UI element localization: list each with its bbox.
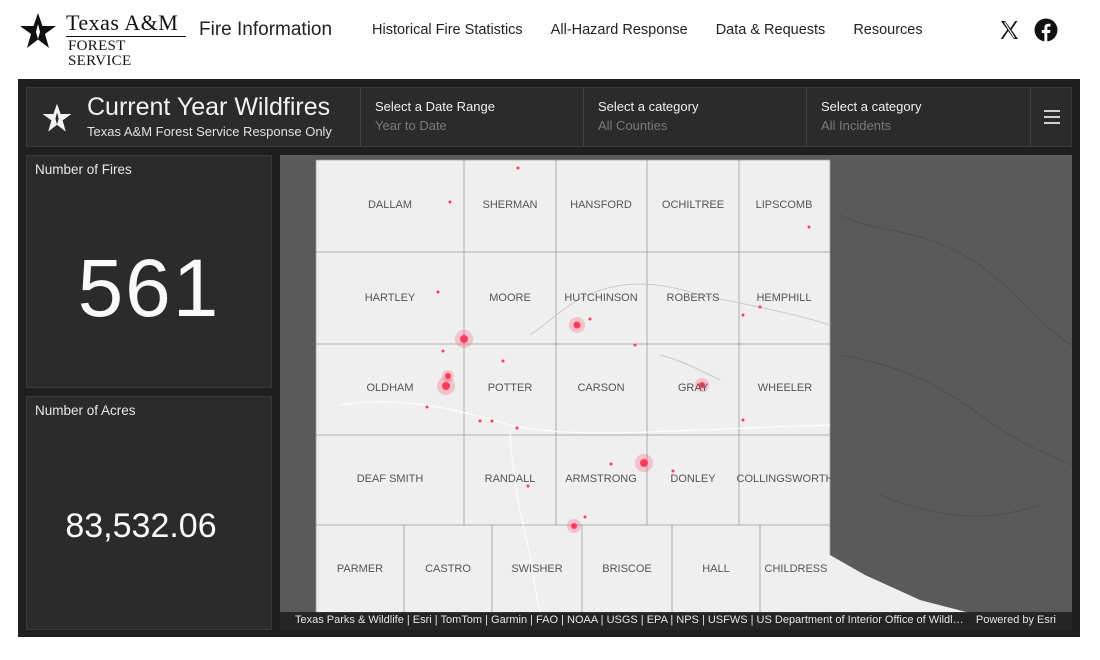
county-label: HARTLEY xyxy=(364,292,416,304)
county-selector[interactable]: Select a category All Counties xyxy=(583,88,806,146)
county-label: MOORE xyxy=(489,292,531,304)
selector-label: Select a category xyxy=(821,99,922,114)
selector-value: All Incidents xyxy=(821,118,892,133)
county-label: OLDHAM xyxy=(366,382,414,394)
logo-line1: Texas A&M xyxy=(66,12,186,37)
county-label: ARMSTRONG xyxy=(565,473,637,485)
star-logo-icon xyxy=(20,13,56,48)
fires-label: Number of Fires xyxy=(35,162,132,177)
acres-label: Number of Acres xyxy=(35,403,136,418)
tfs-logo[interactable]: Texas A&M Forest Service xyxy=(18,12,186,69)
selector-label: Select a category xyxy=(598,99,699,114)
map-attribution: Texas Parks & Wildlife | Esri | TomTom |… xyxy=(280,612,1072,630)
county-label: COLLINGSWORTH xyxy=(736,473,834,485)
county-label: BRISCOE xyxy=(602,563,652,575)
site-title[interactable]: Fire Information xyxy=(199,19,332,41)
dashboard-title: Current Year Wildfires xyxy=(87,93,331,121)
incident-selector[interactable]: Select a category All Incidents xyxy=(806,88,1030,146)
county-label: CASTRO xyxy=(425,563,471,575)
county-label: DALLAM xyxy=(367,199,413,211)
dashboard-header: Current Year Wildfires Texas A&M Forest … xyxy=(26,87,1072,147)
fires-value: 561 xyxy=(77,243,221,334)
county-label: CHILDRESS xyxy=(764,563,828,575)
county-label: SWISHER xyxy=(511,563,563,575)
county-label: HUTCHINSON xyxy=(564,292,638,304)
county-label: PARMER xyxy=(336,563,384,575)
county-label: HEMPHILL xyxy=(756,292,812,304)
nav-historical-fire-statistics[interactable]: Historical Fire Statistics xyxy=(372,22,523,38)
acres-value: 83,532.06 xyxy=(65,507,217,545)
date-range-selector[interactable]: Select a Date Range Year to Date xyxy=(360,88,583,146)
county-label: RANDALL xyxy=(484,473,536,485)
selector-label: Select a Date Range xyxy=(375,99,495,114)
county-label: LIPSCOMB xyxy=(755,199,813,211)
county-label: DONLEY xyxy=(670,473,716,485)
nav-data-requests[interactable]: Data & Requests xyxy=(716,22,826,38)
dashboard-subtitle: Texas A&M Forest Service Response Only xyxy=(87,124,332,139)
county-label: CARSON xyxy=(577,382,625,394)
facebook-icon[interactable] xyxy=(1034,18,1058,42)
nav-all-hazard-response[interactable]: All-Hazard Response xyxy=(551,22,688,38)
county-label: ROBERTS xyxy=(666,292,720,304)
star-logo-icon xyxy=(42,103,72,132)
logo-line2: Forest Service xyxy=(68,38,132,69)
county-label: OCHILTREE xyxy=(661,199,725,211)
wildfire-dashboard: Current Year Wildfires Texas A&M Forest … xyxy=(18,79,1080,637)
county-label: GRAY xyxy=(677,382,709,394)
acres-count-card: Number of Acres 83,532.06 xyxy=(26,396,272,630)
hamburger-menu-icon[interactable] xyxy=(1030,88,1072,146)
site-header: Texas A&M Forest Service Fire Informatio… xyxy=(0,0,1100,70)
county-label: HALL xyxy=(702,563,730,575)
nav-resources[interactable]: Resources xyxy=(853,22,922,38)
county-label: SHERMAN xyxy=(482,199,538,211)
county-label: DEAF SMITH xyxy=(356,473,424,485)
county-label: WHEELER xyxy=(757,382,813,394)
selector-value: All Counties xyxy=(598,118,668,133)
county-label: HANSFORD xyxy=(570,199,632,211)
x-icon[interactable] xyxy=(999,20,1019,40)
main-nav: Historical Fire Statistics All-Hazard Re… xyxy=(372,22,923,38)
selector-value: Year to Date xyxy=(375,118,447,133)
attribution-text[interactable]: Texas Parks & Wildlife | Esri | TomTom |… xyxy=(295,614,965,626)
fire-map[interactable]: DALLAM SHERMAN HANSFORD OCHILTREE LIPSCO… xyxy=(280,155,1072,630)
powered-by-esri[interactable]: Powered by Esri xyxy=(976,614,1056,626)
fires-count-card: Number of Fires 561 xyxy=(26,155,272,388)
county-label: POTTER xyxy=(487,382,533,394)
